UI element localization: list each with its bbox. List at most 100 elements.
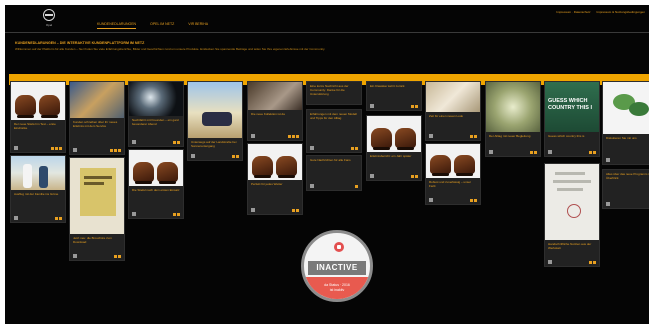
- post-image: [486, 82, 540, 132]
- author-avatar: [370, 174, 374, 178]
- rating-stars: [589, 150, 596, 154]
- wall-post-card[interactable]: Unterwegs auf der Landstraße bei Sonnenu…: [187, 81, 243, 161]
- author-avatar: [489, 150, 493, 154]
- wall-post-card[interactable]: Alles über das neue Programm im Überblic…: [602, 169, 649, 209]
- author-avatar: [14, 146, 18, 150]
- rating-stars: [288, 134, 299, 138]
- post-caption: Die Stiefel nach dem ersten Einsatz: [132, 188, 180, 192]
- badge-footer: da Status · 2016 ist inaktiv: [304, 277, 370, 299]
- author-avatar: [73, 254, 77, 258]
- post-caption: Ein Klassiker kehrt zurück: [370, 84, 405, 88]
- post-caption: Erlebnisbericht: ein Jahr später: [370, 154, 412, 158]
- post-image: [367, 116, 421, 152]
- nav-item-vir-beriha[interactable]: VIR BERIHA: [188, 22, 208, 29]
- badge-label: INACTIVE: [308, 261, 366, 275]
- wall-post-card[interactable]: Die Stiefel nach dem ersten Einsatz: [128, 149, 184, 219]
- browser-viewport: Opel KUNDENEDLARUNGEN OPEL IM NETZ VIR B…: [5, 5, 649, 324]
- badge-line-2: ist inaktiv: [329, 288, 345, 292]
- post-image: [545, 164, 599, 240]
- post-caption: Nachtfahrt mit Freunden – ein ganz beson…: [132, 118, 180, 126]
- wall-post-card[interactable]: Jetzt neu: die Broschüre zum Download: [69, 157, 125, 261]
- author-avatar: [132, 140, 136, 144]
- rating-stars: [411, 174, 418, 178]
- top-links: Impressum · Datenschutz Impressum & Nutz…: [556, 10, 645, 14]
- post-caption: Perfekt für jedes Wetter: [251, 182, 283, 186]
- country-tile-text: GUESS WHICH COUNTRY THIS I: [548, 98, 593, 111]
- author-avatar: [310, 146, 314, 150]
- rating-stars: [470, 134, 477, 138]
- wall-post-card[interactable]: Robust und zuverlässig – unser Fazit: [425, 143, 481, 205]
- post-caption: Handschriftliche Notizen aus der Werksta…: [548, 242, 592, 250]
- post-caption: Erfahrungen mit dem neuen Modell und Tip…: [310, 112, 357, 120]
- post-image: [70, 158, 124, 234]
- author-avatar: [251, 208, 255, 212]
- opel-emblem-icon: [43, 9, 55, 21]
- author-avatar: [14, 216, 18, 220]
- post-caption: Kunden schreiben über ihr neues Erlebnis…: [73, 120, 118, 128]
- author-avatar: [429, 134, 433, 138]
- post-caption: Robust und zuverlässig – unser Fazit: [429, 180, 472, 188]
- wall-post-card[interactable]: Kunden schreiben über ihr neues Erlebnis…: [69, 81, 125, 155]
- wall-post-card[interactable]: Erlebnisbericht: ein Jahr später: [366, 115, 422, 181]
- rating-stars: [55, 216, 62, 220]
- post-caption: Gute Nachrichten für alle Fans: [310, 158, 351, 162]
- rating-stars: [530, 150, 537, 154]
- wall-post-card[interactable]: Diskutieren Sie mit uns: [602, 81, 649, 165]
- nav-item-opel-im-netz[interactable]: OPEL IM NETZ: [150, 22, 174, 29]
- nav-item-kundenedlarungen[interactable]: KUNDENEDLARUNGEN: [97, 22, 137, 29]
- opel-logo[interactable]: Opel: [38, 9, 60, 33]
- post-caption: Eine kurze Nachricht aus der Community: …: [310, 84, 349, 96]
- post-caption: Zeit für einen neuen Look: [429, 114, 464, 118]
- wall-post-card[interactable]: Handschriftliche Notizen aus der Werksta…: [544, 163, 600, 267]
- top-link-terms[interactable]: Impressum & Nutzungsbedingungen: [596, 10, 645, 14]
- post-caption: Der Alltag mit neuer Begleitung: [489, 134, 531, 138]
- intro-title: KUNDENEDLARUNGEN – DIE INTERAKTIVE KUNDE…: [15, 41, 145, 45]
- post-caption: Diskutieren Sie mit uns: [606, 136, 637, 140]
- wall-post-card[interactable]: Erfahrungen mit dem neuen Modell und Tip…: [306, 109, 362, 153]
- post-image: [248, 144, 302, 180]
- wall-post-card[interactable]: Ein Klassiker kehrt zurück: [366, 81, 422, 111]
- rating-stars: [292, 208, 299, 212]
- post-caption: Jetzt neu: die Broschüre zum Download: [73, 236, 112, 244]
- post-image: [129, 82, 183, 116]
- rating-stars: [355, 184, 358, 188]
- post-image: [426, 144, 480, 178]
- rating-stars: [51, 146, 62, 150]
- top-link-imprint[interactable]: Impressum · Datenschutz: [556, 10, 590, 14]
- wall-post-card[interactable]: Eine kurze Nachricht aus der Community: …: [306, 81, 362, 105]
- post-image: [129, 150, 183, 186]
- author-avatar: [370, 104, 374, 108]
- rating-stars: [589, 260, 596, 264]
- wall-post-card[interactable]: GUESS WHICH COUNTRY THIS I Guess which c…: [544, 81, 600, 157]
- post-caption: Alles über das neue Programm im Überblic…: [606, 172, 649, 180]
- wall-post-card[interactable]: Die neue Kollektion ist da: [247, 81, 303, 141]
- post-image: [70, 82, 124, 118]
- post-image: [188, 82, 242, 138]
- wall-post-card[interactable]: Ausflug mit der Familie ins Grüne: [10, 155, 66, 223]
- main-nav: KUNDENEDLARUNGEN OPEL IM NETZ VIR BERIHA: [97, 22, 208, 29]
- rating-stars: [110, 148, 121, 152]
- rating-stars: [232, 154, 239, 158]
- rating-stars: [470, 198, 477, 202]
- rating-stars: [173, 140, 180, 144]
- wall-post-card[interactable]: Gute Nachrichten für alle Fans: [306, 155, 362, 191]
- author-avatar: [548, 260, 552, 264]
- wall-post-card[interactable]: Der neue Stiefel im Test – erste Eindrüc…: [10, 81, 66, 153]
- author-avatar: [73, 148, 77, 152]
- speech-bubble-icon: [629, 102, 649, 116]
- author-avatar: [429, 198, 433, 202]
- author-avatar: [606, 158, 610, 162]
- wall-post-card[interactable]: Zeit für einen neuen Look: [425, 81, 481, 141]
- post-image: [11, 82, 65, 120]
- author-avatar: [191, 154, 195, 158]
- wall-post-card[interactable]: Der Alltag mit neuer Begleitung: [485, 81, 541, 157]
- wall-post-card[interactable]: Nachtfahrt mit Freunden – ein ganz beson…: [128, 81, 184, 147]
- rating-stars: [114, 254, 121, 258]
- post-image: GUESS WHICH COUNTRY THIS I: [545, 82, 599, 132]
- rating-stars: [411, 104, 418, 108]
- header-divider: [5, 32, 649, 33]
- author-avatar: [548, 150, 552, 154]
- post-image: [603, 82, 649, 134]
- intro-text: Willkommen auf der Plattform für alle Ku…: [15, 47, 326, 51]
- wall-post-card[interactable]: Perfekt für jedes Wetter: [247, 143, 303, 215]
